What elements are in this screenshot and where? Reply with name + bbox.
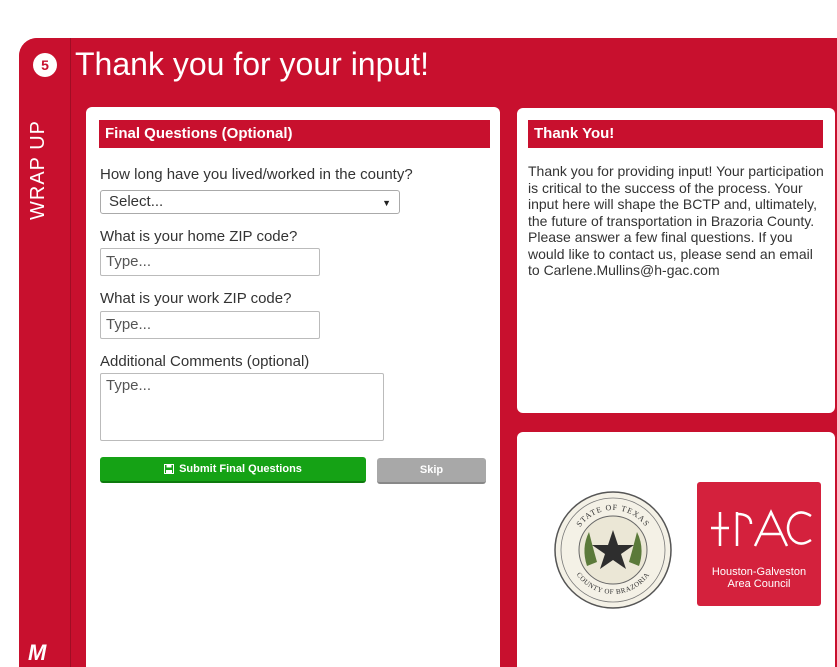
submit-label: Submit Final Questions [179,463,302,475]
submit-final-questions-button[interactable]: Submit Final Questions [100,457,366,483]
final-questions-panel: Final Questions (Optional) How long have… [86,107,500,667]
work-zip-label: What is your work ZIP code? [100,290,292,307]
brazoria-county-seal-icon: STATE OF TEXAS COUNTY OF BRAZORIA [554,491,672,609]
home-zip-input[interactable]: Type... [100,248,320,276]
wrap-up-label: WRAP UP [27,120,49,220]
save-icon [164,464,175,474]
caret-down-icon: ▼ [382,198,391,208]
hgac-name-line2: Area Council [727,578,791,590]
step-number-badge: 5 [33,53,57,77]
final-questions-header: Final Questions (Optional) [99,120,490,148]
thank-you-message: Thank you for providing input! Your part… [528,163,824,278]
select-value: Select... [109,193,164,210]
comments-textarea[interactable]: Type... [100,373,384,441]
brand-logo-icon: M [28,640,47,665]
thank-you-header: Thank You! [528,120,823,148]
hgac-mark-icon [711,509,812,547]
comments-label: Additional Comments (optional) [100,353,310,370]
residency-duration-select[interactable]: Select... ▼ [100,190,400,214]
home-zip-label: What is your home ZIP code? [100,228,298,245]
logos-panel: STATE OF TEXAS COUNTY OF BRAZORIA Housto… [517,432,835,667]
hgac-logo: Houston-Galveston Area Council [697,482,821,606]
work-zip-input[interactable]: Type... [100,311,320,339]
residency-duration-label: How long have you lived/worked in the co… [100,166,413,183]
skip-button[interactable]: Skip [377,458,486,484]
thank-you-panel: Thank You! Thank you for providing input… [517,108,835,413]
page-title: Thank you for your input! [75,46,429,82]
hgac-name-line1: Houston-Galveston [711,566,807,578]
